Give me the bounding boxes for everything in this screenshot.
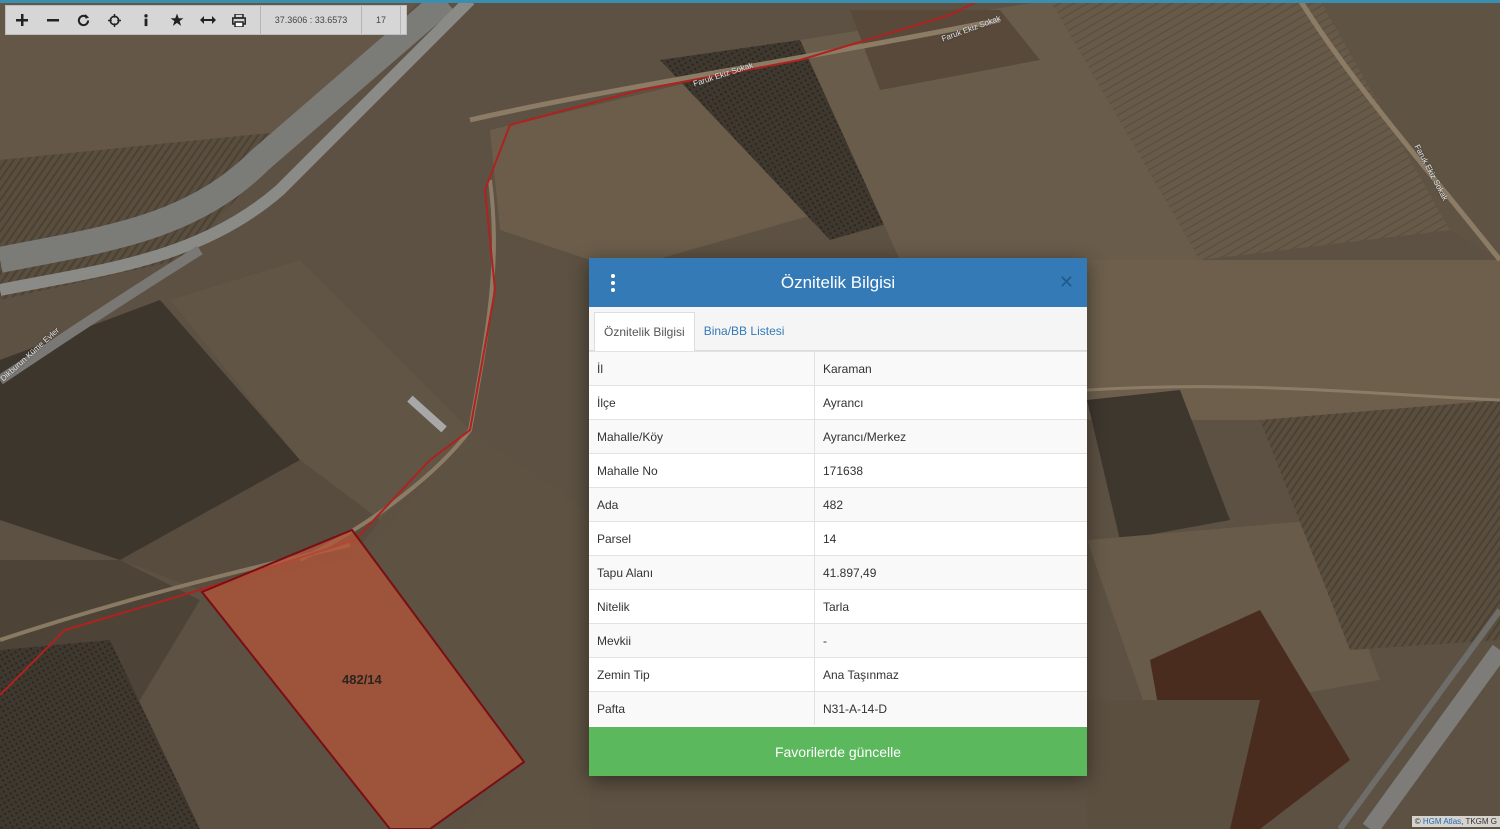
tab-attribute-info[interactable]: Öznitelik Bilgisi [594, 312, 695, 351]
dialog-header: Öznitelik Bilgisi ✕ [589, 258, 1087, 307]
attribute-value: 41.897,49 [814, 555, 1087, 590]
table-row: Mahalle/Köy Ayrancı/Merkez [589, 419, 1087, 454]
measure-button[interactable] [192, 6, 223, 34]
attribute-key: Zemin Tip [589, 657, 815, 692]
attribute-value: N31-A-14-D [814, 691, 1087, 725]
refresh-icon [77, 13, 90, 26]
attribute-value: Tarla [814, 589, 1087, 624]
refresh-button[interactable] [68, 6, 99, 34]
table-row: Pafta N31-A-14-D [589, 691, 1087, 725]
locate-button[interactable] [99, 6, 130, 34]
attribute-key: İl [589, 351, 815, 386]
attribute-key: Ada [589, 487, 815, 522]
menu-dots-icon[interactable] [608, 274, 618, 292]
print-icon [231, 13, 246, 27]
zoom-in-button[interactable] [6, 6, 37, 34]
attribute-value: Ana Taşınmaz [814, 657, 1087, 692]
attribute-value: - [814, 623, 1087, 658]
attribute-key: Tapu Alanı [589, 555, 815, 590]
table-row: Parsel 14 [589, 521, 1087, 556]
favorites-button[interactable] [161, 6, 192, 34]
attribute-key: Parsel [589, 521, 815, 556]
attribute-key: İlçe [589, 385, 815, 420]
dialog-tabs: Öznitelik Bilgisi Bina/BB Listesi [589, 307, 1087, 351]
info-icon [143, 13, 148, 26]
dialog-title: Öznitelik Bilgisi [780, 272, 896, 292]
crosshair-icon [108, 13, 121, 27]
zoom-out-button[interactable] [37, 6, 68, 34]
map-toolbar: 37.3606 : 33.6573 17 [5, 5, 407, 35]
update-favorites-button[interactable]: Favorilerde güncelle [589, 727, 1087, 776]
attribute-key: Mahalle No [589, 453, 815, 488]
table-row: Mevkii - [589, 623, 1087, 658]
attribution-suffix: , TKGM G [1461, 817, 1497, 826]
attribute-key: Nitelik [589, 589, 815, 624]
top-accent-bar [0, 0, 1500, 3]
attribute-value: 14 [814, 521, 1087, 556]
minus-icon [46, 19, 59, 22]
attribute-key: Mahalle/Köy [589, 419, 815, 454]
attribute-value: 171638 [814, 453, 1087, 488]
attribute-value: 482 [814, 487, 1087, 522]
arrows-horizontal-icon [199, 16, 216, 24]
map-attribution: © HGM Atlas, TKGM G [1411, 816, 1500, 827]
close-icon[interactable]: ✕ [1059, 272, 1074, 293]
table-row: Tapu Alanı 41.897,49 [589, 555, 1087, 590]
attribution-prefix: © [1414, 817, 1421, 826]
table-row: İlçe Ayrancı [589, 385, 1087, 420]
attribute-value: Ayrancı [814, 385, 1087, 420]
attribute-table: İl Karaman İlçe Ayrancı Mahalle/Köy Ayrancı… [589, 351, 1087, 725]
table-row: Zemin Tip Ana Taşınmaz [589, 657, 1087, 692]
parcel-label: 482/14 [342, 672, 382, 687]
star-icon [170, 13, 183, 26]
table-row: Nitelik Tarla [589, 589, 1087, 624]
attribute-value: Ayrancı/Merkez [814, 419, 1087, 454]
tab-building-list[interactable]: Bina/BB Listesi [695, 312, 794, 350]
table-row: İl Karaman [589, 351, 1087, 386]
table-row: Ada 482 [589, 487, 1087, 522]
print-button[interactable] [223, 6, 254, 34]
attribution-link[interactable]: HGM Atlas [1423, 817, 1461, 826]
attribute-key: Mevkii [589, 623, 815, 658]
table-row: Mahalle No 171638 [589, 453, 1087, 488]
info-button[interactable] [130, 6, 161, 34]
plus-icon [15, 14, 28, 26]
zoom-level: 17 [362, 6, 401, 34]
attribute-key: Pafta [589, 691, 815, 725]
attribute-info-dialog: Öznitelik Bilgisi ✕ Öznitelik Bilgisi Bi… [589, 258, 1087, 776]
attribute-value: Karaman [814, 351, 1087, 386]
coordinate-readout: 37.3606 : 33.6573 [260, 6, 362, 34]
